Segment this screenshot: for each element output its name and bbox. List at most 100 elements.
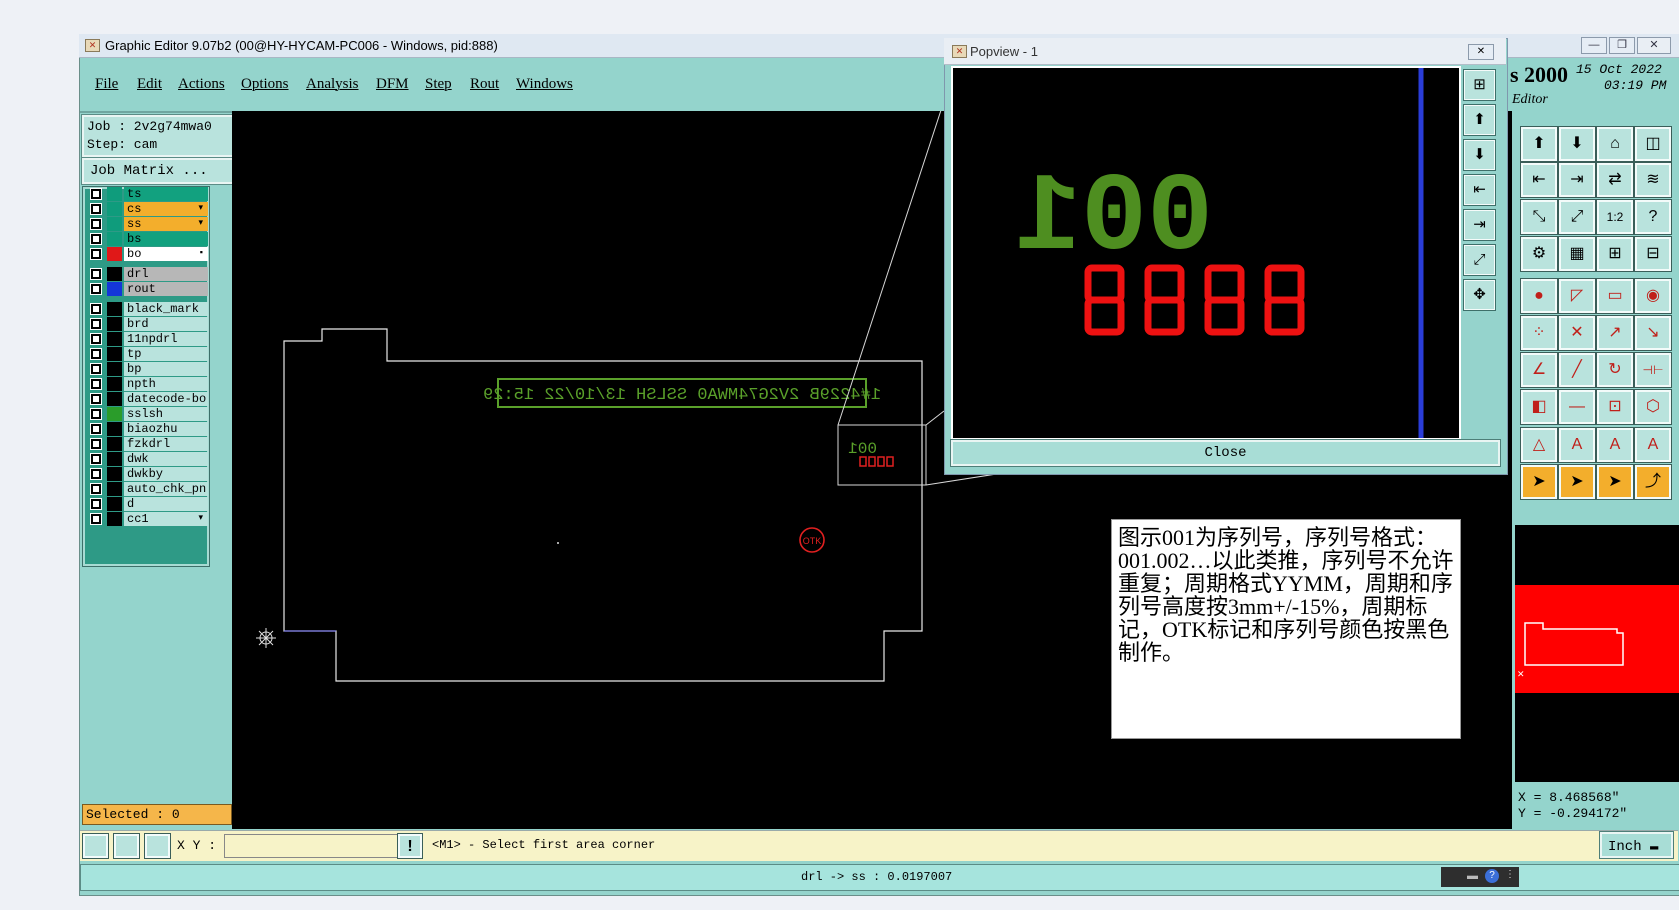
- layer-name[interactable]: datecode-bo: [124, 392, 208, 406]
- layer-color-swatch[interactable]: [107, 247, 122, 261]
- help-icon[interactable]: ?: [1485, 869, 1499, 883]
- fit-all-icon[interactable]: ⤡: [1520, 199, 1558, 235]
- help-query-icon[interactable]: ?: [1634, 199, 1672, 235]
- layer-name[interactable]: bo: [124, 247, 208, 261]
- fit-selection-icon[interactable]: ⤢: [1558, 199, 1596, 235]
- layer-color-swatch[interactable]: [107, 452, 122, 466]
- connect-node-icon[interactable]: ⁘: [1520, 315, 1558, 351]
- tray-icons[interactable]: ▬ ? ⋮: [1441, 867, 1519, 887]
- layer-checkbox[interactable]: [90, 393, 102, 405]
- delete-node-icon[interactable]: ✕: [1558, 315, 1596, 351]
- layer-name[interactable]: auto_chk_pn: [124, 482, 208, 496]
- pan-left-icon[interactable]: ⇤: [1520, 162, 1558, 198]
- layer-checkbox[interactable]: [90, 513, 102, 525]
- layer-name[interactable]: drl: [124, 267, 208, 281]
- layer-color-swatch[interactable]: [107, 217, 122, 231]
- xy-input[interactable]: [224, 834, 398, 858]
- layer-checkbox[interactable]: [90, 318, 102, 330]
- zoom-in-icon[interactable]: ⬆: [1520, 126, 1558, 162]
- layer-row[interactable]: dwk: [88, 452, 208, 467]
- pointer-move-icon[interactable]: ➤: [1596, 464, 1634, 500]
- layer-color-swatch[interactable]: [107, 302, 122, 316]
- layer-name[interactable]: d: [124, 497, 208, 511]
- layer-row[interactable]: datecode-bo: [88, 392, 208, 407]
- layer-color-swatch[interactable]: [107, 422, 122, 436]
- layer-name[interactable]: dwk: [124, 452, 208, 466]
- layer-color-swatch[interactable]: [107, 407, 122, 421]
- grid-icon[interactable]: ▦: [1558, 236, 1596, 272]
- pointer-icon[interactable]: ➤: [1520, 464, 1558, 500]
- close-window-button[interactable]: ✕: [1637, 37, 1671, 54]
- split-view-icon[interactable]: ◫: [1634, 126, 1672, 162]
- layer-color-swatch[interactable]: [107, 377, 122, 391]
- layer-checkbox[interactable]: [90, 408, 102, 420]
- job-matrix-button[interactable]: Job Matrix ...: [81, 157, 235, 185]
- layer-row[interactable]: sslsh: [88, 407, 208, 422]
- layer-name[interactable]: rout: [124, 282, 208, 296]
- layer-color-swatch[interactable]: [107, 467, 122, 481]
- pointer-stretch-icon[interactable]: ⤴: [1634, 464, 1672, 500]
- overview-map[interactable]: ✕: [1515, 525, 1679, 782]
- menu-actions[interactable]: Actions: [178, 76, 225, 93]
- layer-row[interactable]: fzkdrl: [88, 437, 208, 452]
- layer-row[interactable]: biaozhu: [88, 422, 208, 437]
- pop-zoom-icon[interactable]: ⊞: [1463, 69, 1496, 101]
- layer-color-swatch[interactable]: [107, 347, 122, 361]
- menu-step[interactable]: Step: [425, 76, 452, 93]
- pop-right-icon[interactable]: ⇥: [1463, 209, 1496, 241]
- layer-checkbox[interactable]: [90, 283, 102, 295]
- line-tool-icon[interactable]: ◸: [1558, 278, 1596, 314]
- layer-name[interactable]: dwkby: [124, 467, 208, 481]
- group-icon[interactable]: ⬡: [1634, 389, 1672, 425]
- scale-1-2-icon[interactable]: 1:2: [1596, 199, 1634, 235]
- minus-tool-icon[interactable]: —: [1558, 389, 1596, 425]
- layer-checkbox[interactable]: [90, 423, 102, 435]
- layer-checkbox[interactable]: [90, 468, 102, 480]
- layer-row[interactable]: bp: [88, 362, 208, 377]
- layer-name[interactable]: bs: [124, 232, 208, 246]
- layer-row[interactable]: bs: [88, 232, 208, 247]
- select-feature-icon[interactable]: ●: [1520, 278, 1558, 314]
- alert-icon[interactable]: !: [397, 833, 423, 859]
- pad-tool-icon[interactable]: ◉: [1634, 278, 1672, 314]
- layer-row[interactable]: ts: [88, 187, 208, 202]
- text-c-icon[interactable]: A: [1634, 427, 1672, 463]
- layer-checkbox[interactable]: [90, 248, 102, 260]
- minimize-button[interactable]: —: [1581, 37, 1607, 54]
- copy-feature-icon[interactable]: ◧: [1520, 389, 1558, 425]
- layer-checkbox[interactable]: [90, 188, 102, 200]
- layer-name[interactable]: tp: [124, 347, 208, 361]
- layer-checkbox[interactable]: [90, 268, 102, 280]
- pop-left-icon[interactable]: ⇤: [1463, 174, 1496, 206]
- popview-close-button[interactable]: Close: [950, 439, 1501, 467]
- layer-checkbox[interactable]: [90, 498, 102, 510]
- layer-checkbox[interactable]: [90, 203, 102, 215]
- layer-color-swatch[interactable]: [107, 362, 122, 376]
- ruler-icon[interactable]: ▭: [1596, 278, 1634, 314]
- home-view-icon[interactable]: ⌂: [1596, 126, 1634, 162]
- layer-checkbox[interactable]: [90, 303, 102, 315]
- layer-name[interactable]: cs: [124, 202, 208, 216]
- keyboard-icon[interactable]: ▬: [1467, 870, 1478, 882]
- rotate-icon[interactable]: ↻: [1596, 352, 1634, 388]
- layer-row[interactable]: d: [88, 497, 208, 512]
- layer-color-swatch[interactable]: [107, 497, 122, 511]
- layer-name[interactable]: cc1: [124, 512, 208, 526]
- pop-center-icon[interactable]: ✥: [1463, 279, 1496, 311]
- menu-rout[interactable]: Rout: [470, 76, 499, 93]
- layer-name[interactable]: sslsh: [124, 407, 208, 421]
- menu-dfm[interactable]: DFM: [376, 76, 409, 93]
- layer-name[interactable]: biaozhu: [124, 422, 208, 436]
- layer-checkbox[interactable]: [90, 483, 102, 495]
- layer-checkbox[interactable]: [90, 218, 102, 230]
- layer-color-swatch[interactable]: [107, 437, 122, 451]
- popview-close-x-button[interactable]: ✕: [1468, 44, 1494, 60]
- unit-selector[interactable]: Inch ▬: [1599, 831, 1674, 859]
- pop-down-icon[interactable]: ⬇: [1463, 139, 1496, 171]
- layer-name[interactable]: 11npdrl: [124, 332, 208, 346]
- layer-name[interactable]: ss: [124, 217, 208, 231]
- menu-options[interactable]: Options: [241, 76, 289, 93]
- mirror-icon[interactable]: ⊣⊢: [1634, 352, 1672, 388]
- layer-color-swatch[interactable]: [107, 512, 122, 526]
- layer-row[interactable]: tp: [88, 347, 208, 362]
